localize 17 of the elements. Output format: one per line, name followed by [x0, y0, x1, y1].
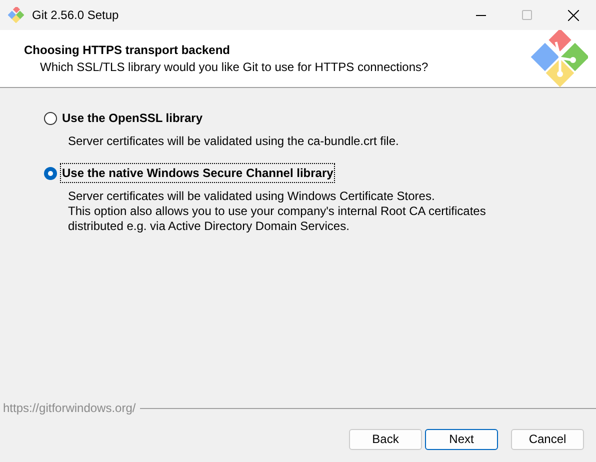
dialog-button[interactable]: Back: [349, 428, 422, 450]
option-description: distributed e.g. via Active Directory Domain Services.: [68, 219, 350, 234]
close-icon: [568, 10, 578, 20]
option-description: Server certificates will be validated using Windows Certificate Stores.: [68, 189, 436, 204]
radio-option[interactable]: Use the OpenSSL library: [44, 108, 204, 128]
page-title: Choosing HTTPS transport backend: [24, 42, 232, 58]
option-description: This option also allows you to use your company's internal Root CA certificates: [68, 204, 487, 219]
option-description: Server certificates will be validated using the ca-bundle.crt file.: [68, 134, 400, 149]
minimize-icon: [476, 14, 486, 16]
window-title: Git 2.56.0 Setup: [32, 7, 119, 24]
page-subtitle: Which SSL/TLS library would you like Git to use for HTTPS connections?: [39, 58, 430, 76]
radio-button[interactable]: [44, 112, 57, 124]
maximize-icon: [522, 10, 532, 20]
dialog-button[interactable]: Cancel: [511, 428, 584, 450]
radio-button[interactable]: [44, 166, 57, 180]
dialog-button[interactable]: Next: [425, 428, 498, 450]
app-icon: [8, 7, 24, 23]
